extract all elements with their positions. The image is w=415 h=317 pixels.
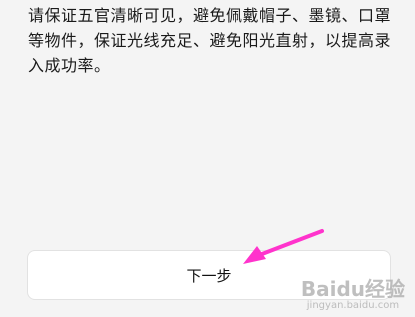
face-capture-instructions: 请保证五官清晰可见，避免佩戴帽子、墨镜、口罩等物件，保证光线充足、避免阳光直射，… [28,6,392,75]
watermark-url: jingyan.baidu.com [306,300,400,311]
next-step-button-label: 下一步 [186,266,232,285]
watermark-brand: Baidu经验 [300,277,405,301]
watermark: Baidu经验 jingyan.baidu.com [301,279,405,311]
